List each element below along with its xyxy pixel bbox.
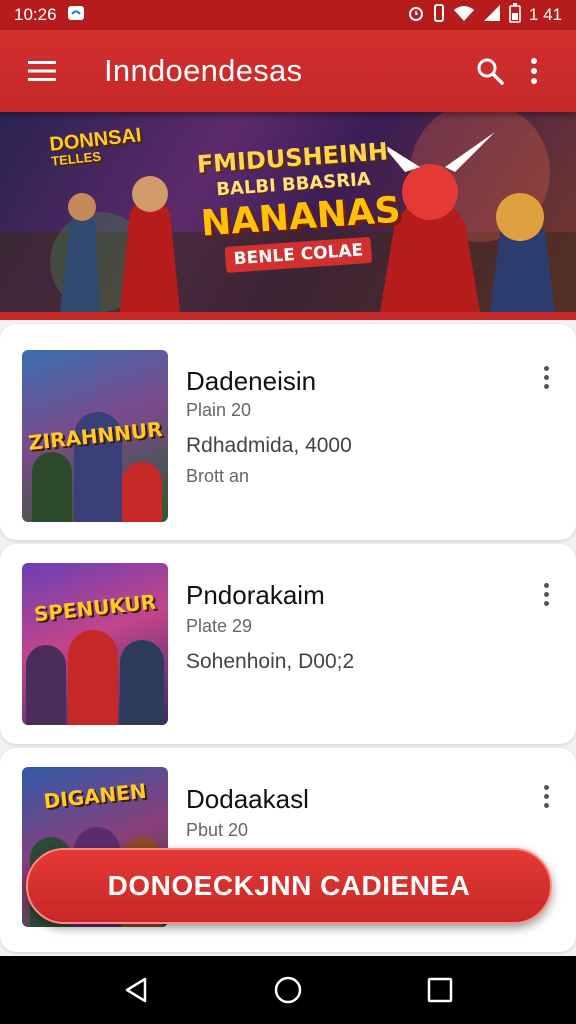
card-info: Sohenhoin, D00;2 xyxy=(186,650,355,673)
wifi-icon xyxy=(453,4,475,27)
card-info: Rdhadmida, 4000 xyxy=(186,434,352,457)
alarm-icon xyxy=(407,4,425,27)
menu-icon[interactable] xyxy=(20,49,64,93)
battery-icon xyxy=(509,2,521,28)
back-icon[interactable] xyxy=(112,966,160,1014)
banner-divider xyxy=(0,312,576,320)
cta-button[interactable]: DONOECKJNN CADIENEA xyxy=(26,848,552,924)
app-title: Inndoendesas xyxy=(104,53,303,88)
search-icon[interactable] xyxy=(468,49,512,93)
status-bar: 10:26 1 41 xyxy=(0,0,576,30)
list-item[interactable]: ZIRAHNNUR Dadeneisin Plain 20 Rdhadmida,… xyxy=(0,324,576,540)
vibrate-icon xyxy=(433,3,445,27)
card-extra: Brott an xyxy=(186,466,250,486)
more-vert-icon[interactable] xyxy=(534,776,558,816)
recents-icon[interactable] xyxy=(416,966,464,1014)
card-meta: Plate 29 xyxy=(186,616,253,636)
card-title: Dodaakasl xyxy=(186,784,309,814)
card-title: Pndorakaim xyxy=(186,580,325,610)
signal-icon xyxy=(483,4,501,27)
system-nav-bar xyxy=(0,956,576,1024)
list-item[interactable]: SPENUKUR Pndorakaim Plate 29 Sohenhoin, … xyxy=(0,544,576,744)
thumbnail-title: SPENUKUR xyxy=(32,590,158,627)
banner-headline: FMIDUSHEINH BALBI BBASRIA NANANAS BENLE … xyxy=(196,137,402,275)
battery-level: 1 41 xyxy=(528,5,562,24)
home-icon[interactable] xyxy=(264,966,312,1014)
status-time: 10:26 xyxy=(14,5,57,24)
promo-banner[interactable]: DONNSAI TELLES FMIDUSHEINH BALBI BBASRIA… xyxy=(0,112,576,320)
more-vert-icon[interactable] xyxy=(534,574,558,614)
thumbnail-title: DIGANEN xyxy=(42,778,148,814)
more-vert-icon[interactable] xyxy=(534,357,558,397)
more-vert-icon[interactable] xyxy=(512,49,556,93)
game-thumbnail: ZIRAHNNUR xyxy=(22,350,168,522)
game-thumbnail: SPENUKUR xyxy=(22,563,168,725)
app-bar: Inndoendesas xyxy=(0,30,576,112)
card-meta: Pbut 20 xyxy=(186,820,249,840)
card-title: Dadeneisin xyxy=(186,366,317,396)
notification-icon xyxy=(67,5,85,26)
card-meta: Plain 20 xyxy=(186,400,252,420)
